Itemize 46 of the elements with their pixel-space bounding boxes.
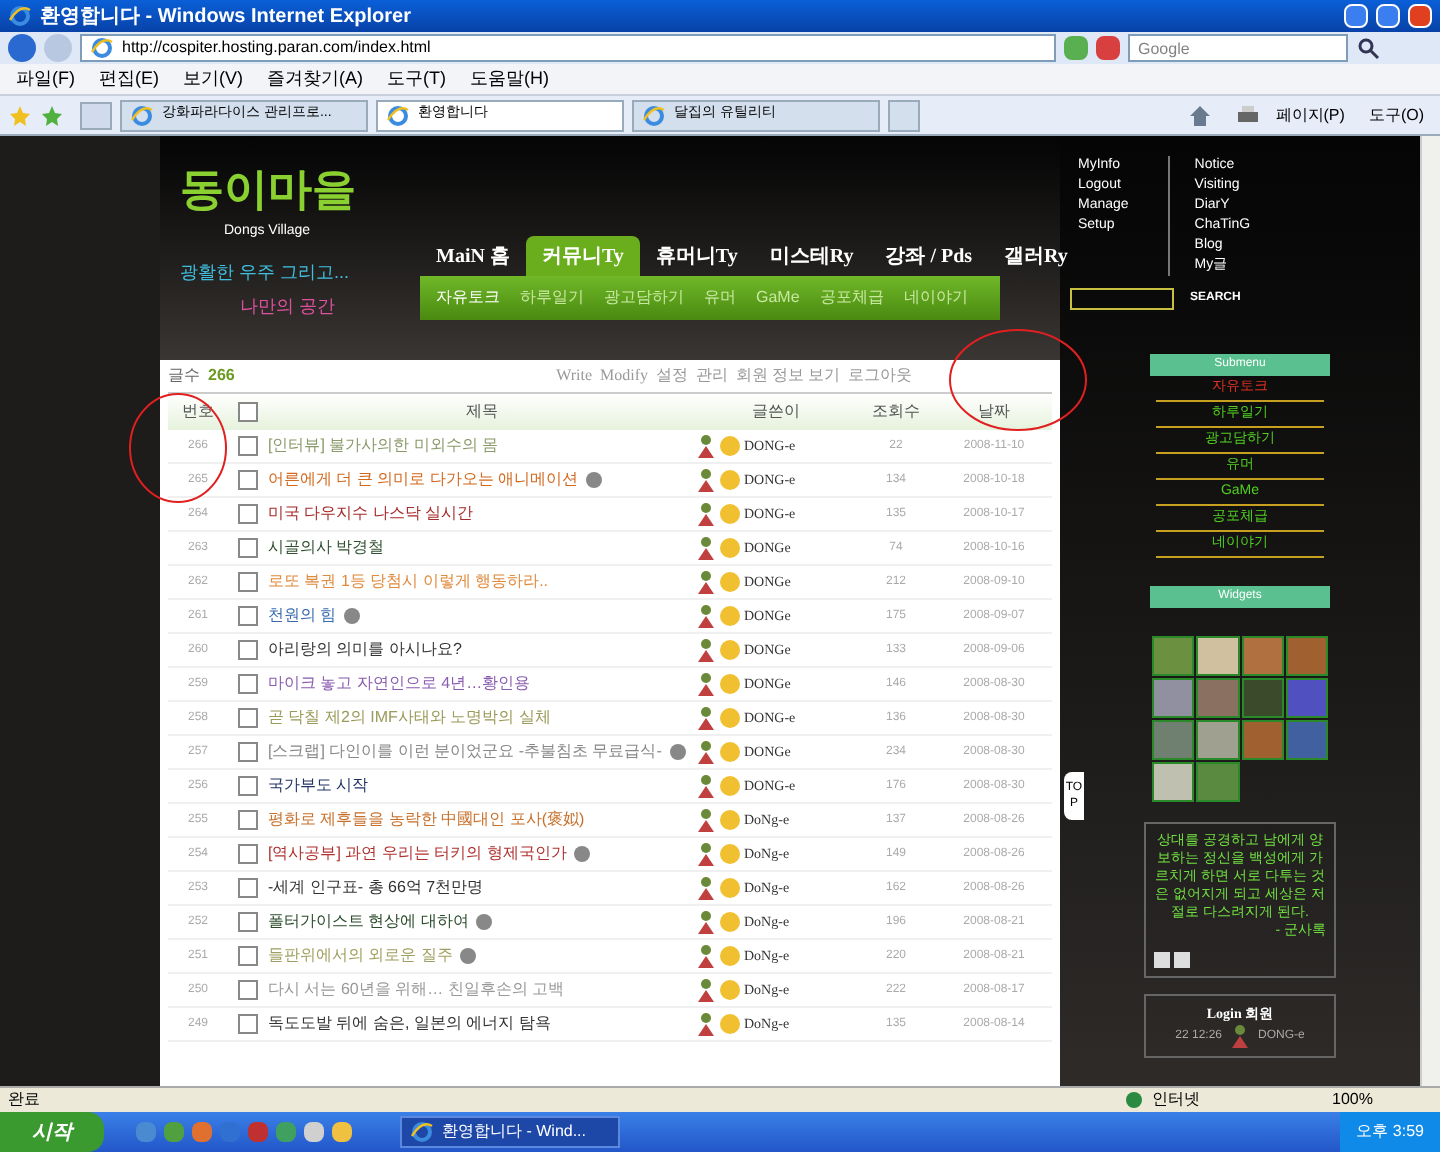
post-title-link[interactable]: 평화로 제후들을 농락한 中國대인 포사(褒姒) [268, 808, 585, 832]
nav-tab[interactable]: 갤러Ry [988, 236, 1084, 276]
post-title-link[interactable]: 독도도발 뒤에 숨은, 일본의 에너지 탐욕 [268, 1012, 551, 1036]
url-text: http://cospiter.hosting.paran.com/index.html [122, 36, 431, 60]
column-header: 제목 [464, 400, 500, 424]
nav-tab[interactable]: MaiN 홈 [420, 236, 526, 276]
post-title-link[interactable]: 아리랑의 의미를 아시나요? [268, 638, 462, 662]
zoom-button[interactable]: 100% [1332, 1088, 1432, 1112]
site-logo: 동이마을 [180, 162, 356, 218]
column-header: 날짜 [976, 400, 1012, 424]
slogan: 광활한 우주 그리고... [180, 259, 352, 285]
column-header: 글쓴이 [750, 400, 802, 424]
post-title-link[interactable]: 미국 다우지수 나스닥 실시간 [268, 502, 474, 526]
status-text: 완료 [8, 1088, 42, 1112]
post-title-link[interactable]: 어른에게 더 큰 의미로 다가오는 애니메이션 [268, 468, 579, 492]
nav-tab[interactable]: 강좌 / Pds [869, 236, 989, 276]
column-header: 조회수 [870, 400, 922, 424]
clock: 오후 3:59 [1356, 1120, 1424, 1144]
nav-tab[interactable]: 미스테Ry [753, 236, 870, 276]
search-field[interactable]: Google [1128, 34, 1348, 62]
taskbar-button[interactable]: 환영합니다 - Wind... [400, 1116, 620, 1148]
menu-item[interactable]: 즐겨찾기(A) [267, 65, 363, 93]
menu-item[interactable]: 도움말(H) [470, 65, 549, 93]
slogan: 나만의 공간 [240, 294, 338, 320]
column-header: 번호 [180, 400, 216, 424]
menu-item[interactable]: 도구(T) [387, 65, 446, 93]
command-button[interactable]: 페이지(P) [1267, 103, 1353, 127]
menu-item[interactable]: 보기(V) [183, 65, 243, 93]
post-title-link[interactable]: [스크랩] 다인이를 이런 분이었군요 -추불침초 무료급식- [268, 740, 662, 764]
window-title: 환영합니다 - Windows Internet Explorer [40, 3, 413, 31]
post-count-label: 글수 [168, 364, 200, 388]
post-title-link[interactable]: -세계 인구표- 총 66억 7천만명 [268, 876, 484, 900]
zone-text: 인터넷 [1152, 1088, 1202, 1112]
start-button[interactable]: 시작 [0, 1112, 104, 1152]
post-title-link[interactable]: [역사공부] 과연 우리는 터키의 형제국인가 [268, 842, 567, 866]
nav-tab[interactable]: 휴머니Ty [639, 236, 754, 276]
post-title-link[interactable]: 폴터가이스트 현상에 대하여 [268, 910, 469, 934]
post-count: 266 [208, 364, 235, 388]
command-button[interactable]: 도구(O) [1360, 103, 1432, 127]
post-title-link[interactable]: 시골의사 박경철 [268, 536, 385, 560]
menu-item[interactable]: 편집(E) [99, 65, 159, 93]
post-title-link[interactable]: 국가부도 시작 [268, 774, 369, 798]
post-title-link[interactable]: 천원의 힘 [268, 604, 337, 628]
post-title-link[interactable]: 마이크 놓고 자연인으로 4년…황인용 [268, 672, 531, 696]
menu-item[interactable]: 파일(F) [16, 65, 75, 93]
address-field[interactable]: http://cospiter.hosting.paran.com/index.html [80, 34, 1056, 62]
